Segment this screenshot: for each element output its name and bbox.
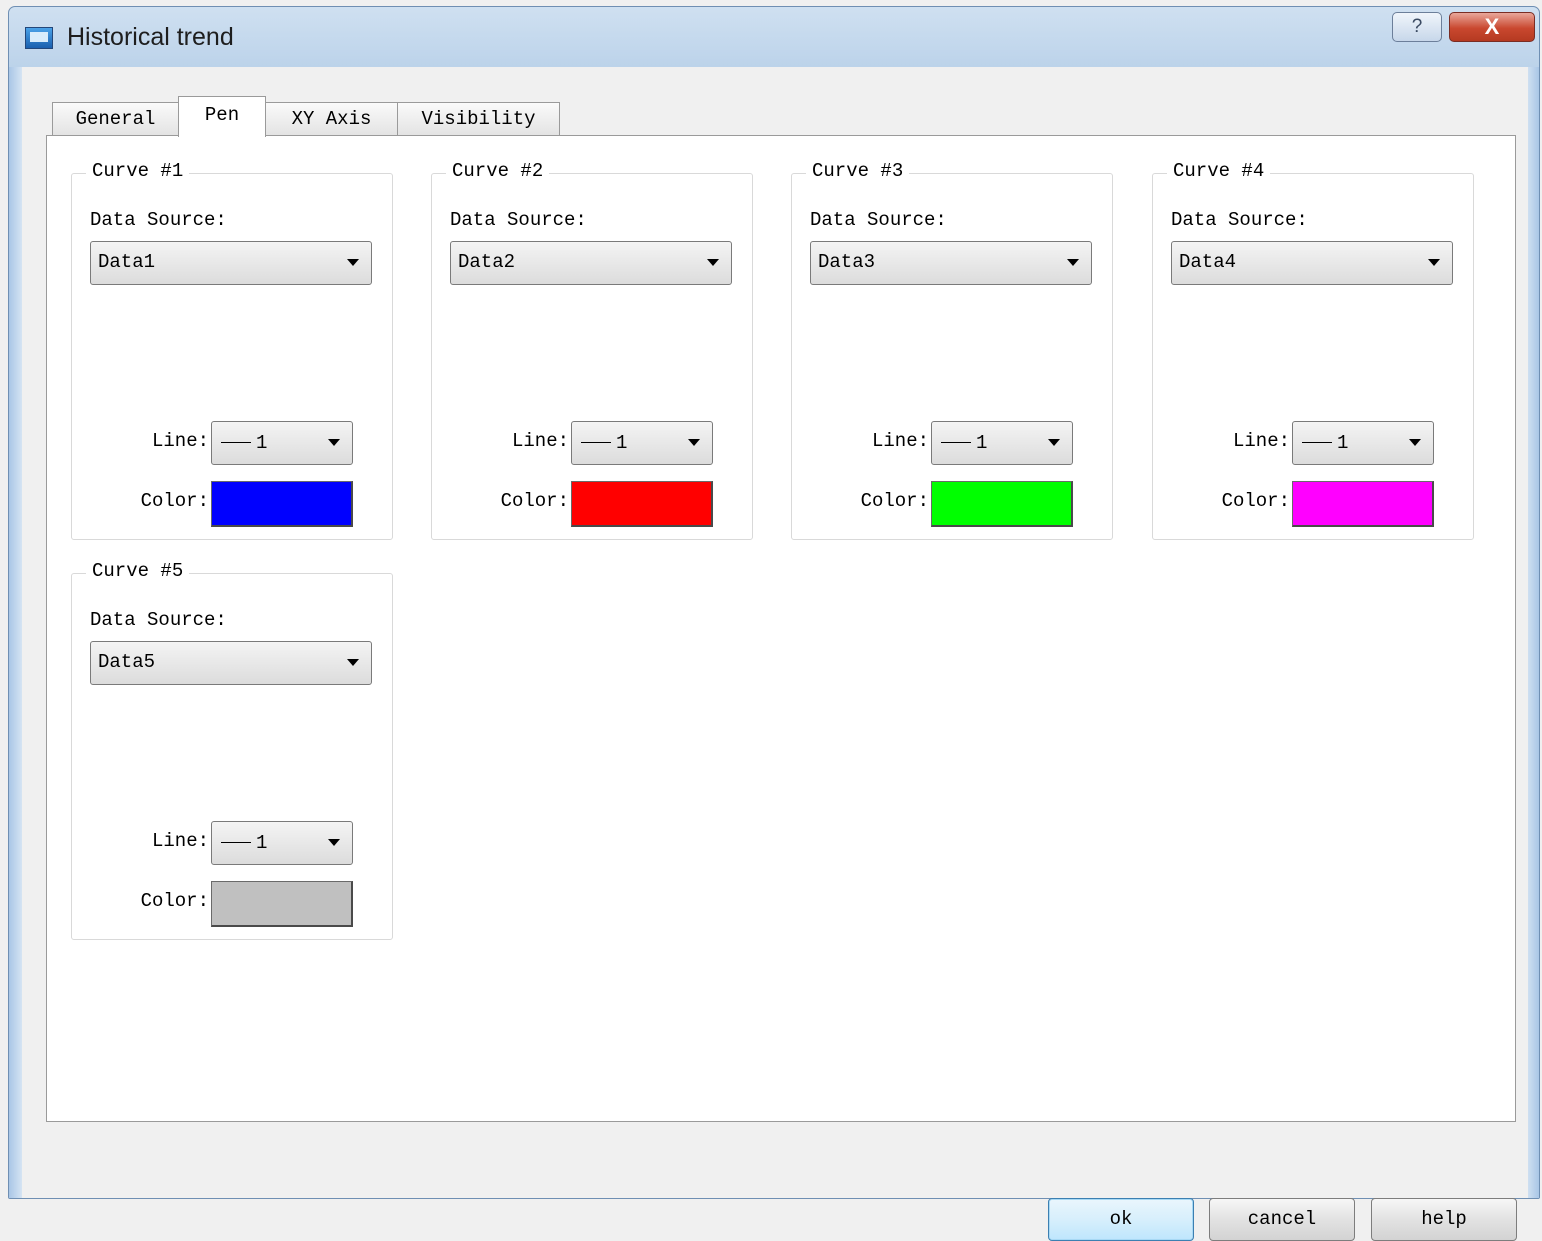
data-source-label: Data Source: bbox=[90, 209, 227, 231]
data-source-select[interactable]: Data3 bbox=[810, 241, 1092, 285]
curve-title: Curve #3 bbox=[806, 160, 910, 182]
dialog-window: Historical trend ? X General Pen XY Axis… bbox=[8, 6, 1540, 1241]
chevron-down-icon bbox=[688, 439, 700, 446]
window-frame-left bbox=[9, 67, 22, 1198]
curve-group-3: Curve #3 Data Source: Data3 Line: 1 Colo… bbox=[791, 160, 1113, 540]
line-label: Line: bbox=[871, 430, 929, 452]
curve-group-2: Curve #2 Data Source: Data2 Line: 1 Colo… bbox=[431, 160, 753, 540]
app-icon bbox=[25, 27, 53, 49]
color-picker-button[interactable] bbox=[211, 481, 353, 527]
data-source-select[interactable]: Data5 bbox=[90, 641, 372, 685]
close-icon[interactable]: X bbox=[1449, 12, 1535, 42]
data-source-label: Data Source: bbox=[90, 609, 227, 631]
data-source-select[interactable]: Data1 bbox=[90, 241, 372, 285]
color-picker-button[interactable] bbox=[571, 481, 713, 527]
data-source-value: Data4 bbox=[1179, 251, 1237, 273]
title-bar[interactable]: Historical trend ? X bbox=[9, 7, 1539, 67]
line-width-value: 1 bbox=[616, 432, 628, 454]
color-label: Color: bbox=[500, 490, 569, 512]
chevron-down-icon bbox=[328, 439, 340, 446]
tab-visibility[interactable]: Visibility bbox=[397, 102, 560, 136]
color-label: Color: bbox=[140, 890, 209, 912]
line-width-value: 1 bbox=[976, 432, 988, 454]
data-source-label: Data Source: bbox=[450, 209, 587, 231]
data-source-select[interactable]: Data4 bbox=[1171, 241, 1453, 285]
color-label: Color: bbox=[1221, 490, 1290, 512]
color-picker-button[interactable] bbox=[211, 881, 353, 927]
data-source-select[interactable]: Data2 bbox=[450, 241, 732, 285]
curve-group-4: Curve #4 Data Source: Data4 Line: 1 Colo… bbox=[1152, 160, 1474, 540]
line-width-select[interactable]: 1 bbox=[211, 821, 353, 865]
color-label: Color: bbox=[860, 490, 929, 512]
chevron-down-icon bbox=[328, 839, 340, 846]
line-width-select[interactable]: 1 bbox=[211, 421, 353, 465]
chevron-down-icon bbox=[1067, 259, 1079, 266]
line-label: Line: bbox=[151, 830, 209, 852]
chevron-down-icon bbox=[1428, 259, 1440, 266]
line-sample-icon bbox=[581, 442, 611, 444]
color-picker-button[interactable] bbox=[1292, 481, 1434, 527]
ok-button[interactable]: ok bbox=[1048, 1198, 1194, 1241]
color-picker-button[interactable] bbox=[931, 481, 1073, 527]
data-source-value: Data1 bbox=[98, 251, 156, 273]
line-width-select[interactable]: 1 bbox=[931, 421, 1073, 465]
tab-xy-axis[interactable]: XY Axis bbox=[265, 102, 398, 136]
line-label: Line: bbox=[511, 430, 569, 452]
chevron-down-icon bbox=[1409, 439, 1421, 446]
line-width-select[interactable]: 1 bbox=[571, 421, 713, 465]
dialog-client-area: General Pen XY Axis Visibility Curve #1 … bbox=[22, 67, 1528, 1241]
chevron-down-icon bbox=[347, 659, 359, 666]
data-source-label: Data Source: bbox=[1171, 209, 1308, 231]
line-sample-icon bbox=[221, 842, 251, 844]
line-label: Line: bbox=[1232, 430, 1290, 452]
curve-title: Curve #2 bbox=[446, 160, 550, 182]
chevron-down-icon bbox=[347, 259, 359, 266]
curve-group-5: Curve #5 Data Source: Data5 Line: 1 Colo… bbox=[71, 560, 393, 940]
line-width-value: 1 bbox=[1337, 432, 1349, 454]
help-button[interactable]: help bbox=[1371, 1198, 1517, 1241]
tab-general[interactable]: General bbox=[52, 102, 179, 136]
line-width-value: 1 bbox=[256, 832, 268, 854]
line-sample-icon bbox=[1302, 442, 1332, 444]
cancel-button[interactable]: cancel bbox=[1209, 1198, 1355, 1241]
window-title: Historical trend bbox=[67, 23, 234, 51]
data-source-value: Data3 bbox=[818, 251, 876, 273]
tab-pen[interactable]: Pen bbox=[178, 96, 266, 137]
curve-title: Curve #4 bbox=[1167, 160, 1271, 182]
chevron-down-icon bbox=[707, 259, 719, 266]
data-source-label: Data Source: bbox=[810, 209, 947, 231]
line-sample-icon bbox=[221, 442, 251, 444]
curve-group-1: Curve #1 Data Source: Data1 Line: 1 Colo… bbox=[71, 160, 393, 540]
line-width-value: 1 bbox=[256, 432, 268, 454]
color-label: Color: bbox=[140, 490, 209, 512]
curve-title: Curve #1 bbox=[86, 160, 190, 182]
line-label: Line: bbox=[151, 430, 209, 452]
data-source-value: Data5 bbox=[98, 651, 156, 673]
chevron-down-icon bbox=[1048, 439, 1060, 446]
pen-tab-page: Curve #1 Data Source: Data1 Line: 1 Colo… bbox=[46, 135, 1516, 1122]
data-source-value: Data2 bbox=[458, 251, 516, 273]
line-width-select[interactable]: 1 bbox=[1292, 421, 1434, 465]
line-sample-icon bbox=[941, 442, 971, 444]
curve-title: Curve #5 bbox=[86, 560, 190, 582]
help-icon[interactable]: ? bbox=[1392, 12, 1442, 42]
